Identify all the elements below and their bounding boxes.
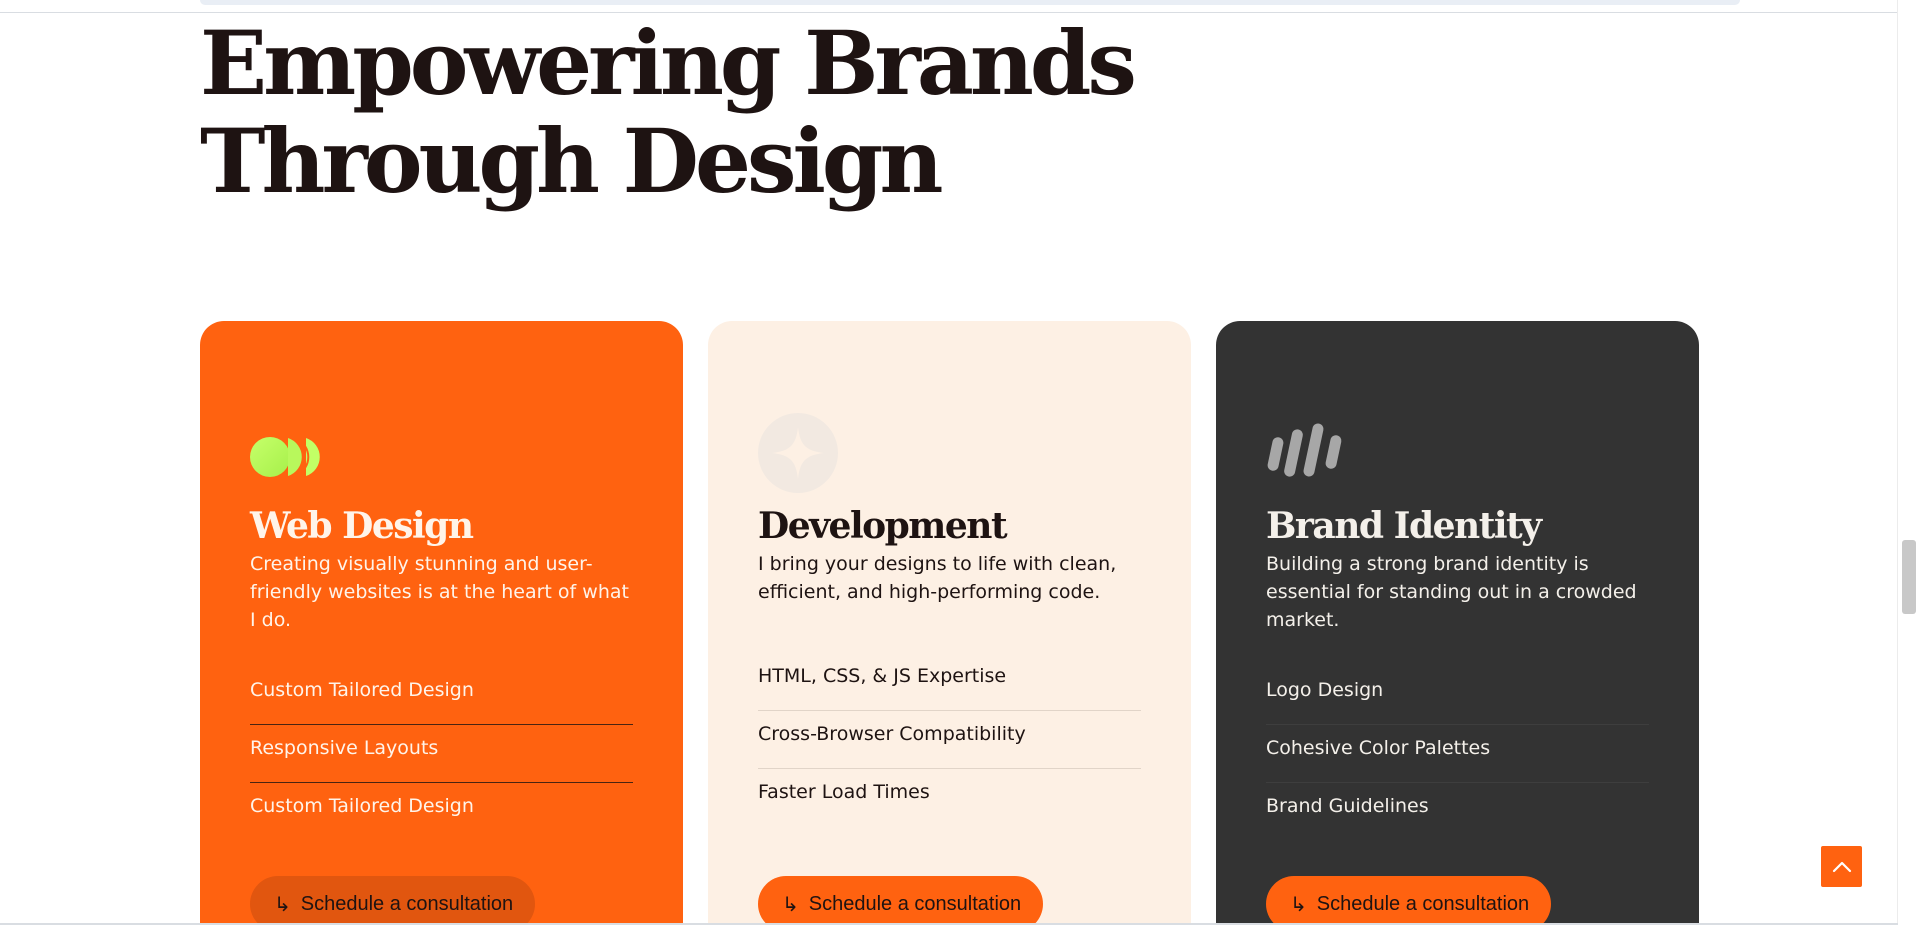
return-arrow-icon: ↳ (1290, 892, 1307, 916)
button-label: Schedule a consultation (300, 892, 514, 915)
list-item: Responsive Layouts (250, 725, 633, 783)
page-heading-line1: Empowering Brands (200, 11, 1137, 115)
card-description: Creating visually stunning and user-frie… (250, 553, 629, 631)
return-arrow-icon: ↳ (274, 892, 291, 916)
feature-list: HTML, CSS, & JS Expertise Cross-Browser … (758, 653, 1141, 827)
header-bar-edge (200, 0, 1740, 5)
list-item: Custom Tailored Design (250, 667, 633, 725)
back-to-top-button[interactable] (1821, 846, 1862, 887)
page-scrollbar[interactable] (1897, 0, 1920, 925)
four-point-star-icon (758, 413, 838, 493)
page-heading-line2: Through Design (200, 109, 943, 213)
button-label: Schedule a consultation (808, 892, 1022, 915)
feature-list: Logo Design Cohesive Color Palettes Bran… (1266, 667, 1649, 841)
list-item: HTML, CSS, & JS Expertise (758, 653, 1141, 711)
scrollbar-thumb[interactable] (1902, 540, 1916, 614)
slanted-bars-icon (1267, 423, 1342, 477)
card-title: Brand Identity (1266, 505, 1542, 547)
list-item: Cohesive Color Palettes (1266, 725, 1649, 783)
service-card-development: Development I bring your designs to life… (708, 321, 1191, 925)
card-title: Development (758, 505, 1008, 547)
list-item: Cross-Browser Compatibility (758, 711, 1141, 769)
page-heading: Empowering Brands Through Design (200, 11, 1137, 213)
card-title: Web Design (250, 505, 474, 547)
list-item: Custom Tailored Design (250, 795, 474, 817)
feature-list: Custom Tailored Design Responsive Layout… (250, 667, 633, 841)
service-card-brand-identity: Brand Identity Building a strong brand i… (1216, 321, 1699, 925)
schedule-consultation-button[interactable]: ↳ Schedule a consultation (758, 876, 1044, 925)
card-description: I bring your designs to life with clean,… (758, 553, 1117, 603)
list-item: Faster Load Times (758, 781, 930, 803)
card-description: Building a strong brand identity is esse… (1266, 553, 1637, 631)
service-card-web-design: Web Design Creating visually stunning an… (200, 321, 683, 925)
chevron-up-icon (1832, 861, 1851, 872)
schedule-consultation-button[interactable]: ↳ Schedule a consultation (250, 876, 536, 925)
button-label: Schedule a consultation (1316, 892, 1530, 915)
list-item: Logo Design (1266, 667, 1649, 725)
list-item: Brand Guidelines (1266, 795, 1429, 817)
return-arrow-icon: ↳ (782, 892, 799, 916)
overlapping-circles-icon (250, 437, 320, 477)
schedule-consultation-button[interactable]: ↳ Schedule a consultation (1266, 876, 1552, 925)
